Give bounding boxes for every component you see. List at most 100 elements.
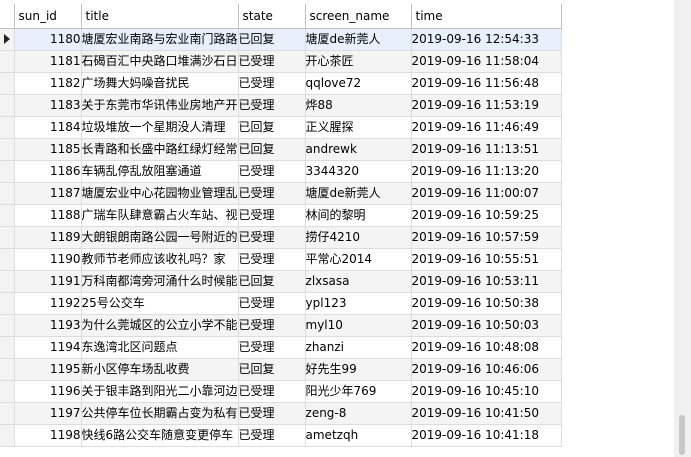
- cell-state[interactable]: 已受理: [238, 248, 306, 271]
- cell-sun-id[interactable]: 1190: [14, 248, 82, 271]
- cell-screen-name[interactable]: qqlove72: [305, 72, 412, 95]
- cell-screen-name[interactable]: 阳光少年769: [305, 380, 412, 403]
- cell-sun-id[interactable]: 1194: [14, 336, 82, 359]
- cell-state[interactable]: 已受理: [238, 380, 306, 403]
- cell-sun-id[interactable]: 1187: [14, 182, 82, 205]
- table-row[interactable]: 1185 长青路和长盛中路红绿灯经常 已回复 andrewk 2019-09-16 11…: [0, 138, 562, 161]
- cell-time[interactable]: 2019-09-16 10:46:06: [411, 358, 562, 381]
- cell-state[interactable]: 已回复: [238, 28, 306, 51]
- row-indicator[interactable]: [0, 336, 15, 359]
- cell-screen-name[interactable]: zlxsasa: [305, 270, 412, 293]
- cell-title[interactable]: 关于东莞市华讯伟业房地产开: [81, 94, 239, 117]
- cell-screen-name[interactable]: andrewk: [305, 138, 412, 161]
- cell-screen-name[interactable]: 3344320: [305, 160, 412, 183]
- table-row[interactable]: 1184 垃圾堆放一个星期没人清理 已回复 正义腥探 2019-09-16 11:46:…: [0, 116, 562, 139]
- cell-time[interactable]: 2019-09-16 10:59:25: [411, 204, 562, 227]
- row-indicator[interactable]: [0, 314, 15, 337]
- cell-state[interactable]: 已回复: [238, 358, 306, 381]
- row-indicator[interactable]: [0, 204, 15, 227]
- column-header-time[interactable]: time: [411, 4, 562, 29]
- table-row[interactable]: 1190 教师节老师应该收礼吗？家 已受理 平常心2014 2019-09-16 10:…: [0, 248, 562, 271]
- cell-state[interactable]: 已受理: [238, 50, 306, 73]
- table-row[interactable]: 1195 新小区停车场乱收费 已回复 好先生99 2019-09-16 10:46:06: [0, 358, 562, 381]
- cell-title[interactable]: 快线6路公交车随意变更停车: [81, 424, 239, 447]
- cell-state[interactable]: 已受理: [238, 72, 306, 95]
- row-indicator-header[interactable]: [0, 4, 15, 29]
- table-row[interactable]: 1188 广瑞车队肆意霸占火车站、视 已受理 林间的黎明 2019-09-16 10:5…: [0, 204, 562, 227]
- cell-time[interactable]: 2019-09-16 11:00:07: [411, 182, 562, 205]
- vertical-scrollbar[interactable]: [674, 0, 691, 457]
- row-indicator[interactable]: [0, 248, 15, 271]
- row-indicator[interactable]: [0, 182, 15, 205]
- row-indicator[interactable]: [0, 28, 15, 51]
- cell-state[interactable]: 已受理: [238, 314, 306, 337]
- row-indicator[interactable]: [0, 358, 15, 381]
- cell-screen-name[interactable]: ypl123: [305, 292, 412, 315]
- cell-time[interactable]: 2019-09-16 11:56:48: [411, 72, 562, 95]
- cell-title[interactable]: 为什么莞城区的公立小学不能: [81, 314, 239, 337]
- table-row[interactable]: 1183 关于东莞市华讯伟业房地产开 已受理 烨88 2019-09-16 11:53:…: [0, 94, 562, 117]
- cell-title[interactable]: 长青路和长盛中路红绿灯经常: [81, 138, 239, 161]
- cell-screen-name[interactable]: zhanzi: [305, 336, 412, 359]
- cell-screen-name[interactable]: 平常心2014: [305, 248, 412, 271]
- cell-screen-name[interactable]: 塘厦de新莞人: [305, 28, 412, 51]
- cell-sun-id[interactable]: 1191: [14, 270, 82, 293]
- cell-time[interactable]: 2019-09-16 10:45:10: [411, 380, 562, 403]
- cell-state[interactable]: 已受理: [238, 424, 306, 447]
- cell-time[interactable]: 2019-09-16 11:53:19: [411, 94, 562, 117]
- table-row[interactable]: 1196 关于银丰路到阳光二小靠河边 已受理 阳光少年769 2019-09-16 10…: [0, 380, 562, 403]
- cell-title[interactable]: 新小区停车场乱收费: [81, 358, 239, 381]
- cell-state[interactable]: 已回复: [238, 116, 306, 139]
- row-indicator[interactable]: [0, 94, 15, 117]
- cell-sun-id[interactable]: 1184: [14, 116, 82, 139]
- row-indicator[interactable]: [0, 226, 15, 249]
- table-row[interactable]: 1194 东逸湾北区问题点 已受理 zhanzi 2019-09-16 10:48:08: [0, 336, 562, 359]
- cell-screen-name[interactable]: 好先生99: [305, 358, 412, 381]
- cell-time[interactable]: 2019-09-16 10:53:11: [411, 270, 562, 293]
- row-indicator[interactable]: [0, 50, 15, 73]
- cell-title[interactable]: 石碣百汇中央路口堆满沙石日: [81, 50, 239, 73]
- cell-title[interactable]: 广场舞大妈噪音扰民: [81, 72, 239, 95]
- cell-state[interactable]: 已受理: [238, 226, 306, 249]
- row-indicator[interactable]: [0, 402, 15, 425]
- table-row[interactable]: 1180 塘厦宏业南路与宏业南门路路 已回复 塘厦de新莞人 2019-09-16 12…: [0, 28, 562, 51]
- cell-time[interactable]: 2019-09-16 10:55:51: [411, 248, 562, 271]
- scrollbar-thumb[interactable]: [679, 415, 685, 455]
- cell-screen-name[interactable]: 塘厦de新莞人: [305, 182, 412, 205]
- cell-sun-id[interactable]: 1193: [14, 314, 82, 337]
- cell-sun-id[interactable]: 1188: [14, 204, 82, 227]
- cell-state[interactable]: 已回复: [238, 270, 306, 293]
- column-header-screen-name[interactable]: screen_name: [305, 4, 412, 29]
- row-indicator[interactable]: [0, 72, 15, 95]
- cell-title[interactable]: 东逸湾北区问题点: [81, 336, 239, 359]
- cell-sun-id[interactable]: 1183: [14, 94, 82, 117]
- row-indicator[interactable]: [0, 292, 15, 315]
- column-header-title[interactable]: title: [81, 4, 239, 29]
- cell-time[interactable]: 2019-09-16 10:57:59: [411, 226, 562, 249]
- cell-screen-name[interactable]: myl10: [305, 314, 412, 337]
- cell-sun-id[interactable]: 1186: [14, 160, 82, 183]
- cell-sun-id[interactable]: 1197: [14, 402, 82, 425]
- cell-time[interactable]: 2019-09-16 11:46:49: [411, 116, 562, 139]
- cell-time[interactable]: 2019-09-16 10:41:50: [411, 402, 562, 425]
- cell-time[interactable]: 2019-09-16 10:50:03: [411, 314, 562, 337]
- table-row[interactable]: 1182 广场舞大妈噪音扰民 已受理 qqlove72 2019-09-16 11:56…: [0, 72, 562, 95]
- cell-title[interactable]: 公共停车位长期霸占变为私有: [81, 402, 239, 425]
- cell-state[interactable]: 已受理: [238, 336, 306, 359]
- table-row[interactable]: 1192 25号公交车 已受理 ypl123 2019-09-16 10:50:38: [0, 292, 562, 315]
- cell-title[interactable]: 教师节老师应该收礼吗？家: [81, 248, 239, 271]
- row-indicator[interactable]: [0, 138, 15, 161]
- cell-screen-name[interactable]: 捞仔4210: [305, 226, 412, 249]
- cell-sun-id[interactable]: 1195: [14, 358, 82, 381]
- cell-time[interactable]: 2019-09-16 11:13:20: [411, 160, 562, 183]
- cell-title[interactable]: 塘厦宏业中心花园物业管理乱: [81, 182, 239, 205]
- row-indicator[interactable]: [0, 380, 15, 403]
- table-row[interactable]: 1198 快线6路公交车随意变更停车 已受理 ametzqh 2019-09-16 10…: [0, 424, 562, 447]
- cell-time[interactable]: 2019-09-16 12:54:33: [411, 28, 562, 51]
- cell-time[interactable]: 2019-09-16 10:50:38: [411, 292, 562, 315]
- table-row[interactable]: 1186 车辆乱停乱放阻塞通道 已受理 3344320 2019-09-16 11:13…: [0, 160, 562, 183]
- cell-sun-id[interactable]: 1180: [14, 28, 82, 51]
- cell-screen-name[interactable]: 正义腥探: [305, 116, 412, 139]
- cell-sun-id[interactable]: 1182: [14, 72, 82, 95]
- cell-screen-name[interactable]: ametzqh: [305, 424, 412, 447]
